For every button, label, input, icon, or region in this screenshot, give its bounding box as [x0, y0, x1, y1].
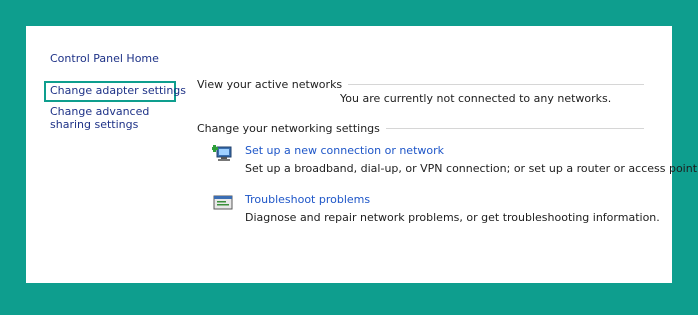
- troubleshoot-problems-description: Diagnose and repair network problems, or…: [245, 211, 660, 224]
- change-advanced-sharing-link[interactable]: Change advanced sharing settings: [50, 105, 185, 131]
- network-status-text: You are currently not connected to any n…: [340, 92, 612, 105]
- control-panel-home-link[interactable]: Control Panel Home: [50, 52, 159, 65]
- section-divider: [348, 84, 644, 85]
- active-networks-section: View your active networks: [197, 78, 644, 91]
- section-divider: [385, 128, 644, 129]
- change-adapter-settings-link[interactable]: Change adapter settings: [50, 84, 186, 97]
- troubleshoot-icon: [212, 193, 234, 213]
- setup-new-connection-link[interactable]: Set up a new connection or network: [245, 144, 444, 157]
- active-networks-heading: View your active networks: [197, 78, 343, 91]
- networking-settings-section: Change your networking settings: [197, 122, 644, 135]
- setup-new-connection-description: Set up a broadband, dial-up, or VPN conn…: [245, 162, 698, 175]
- network-sharing-panel: Control Panel Home Change adapter settin…: [26, 26, 698, 283]
- new-connection-icon: [211, 144, 234, 164]
- networking-settings-heading: Change your networking settings: [197, 122, 380, 135]
- troubleshoot-problems-link[interactable]: Troubleshoot problems: [245, 193, 370, 206]
